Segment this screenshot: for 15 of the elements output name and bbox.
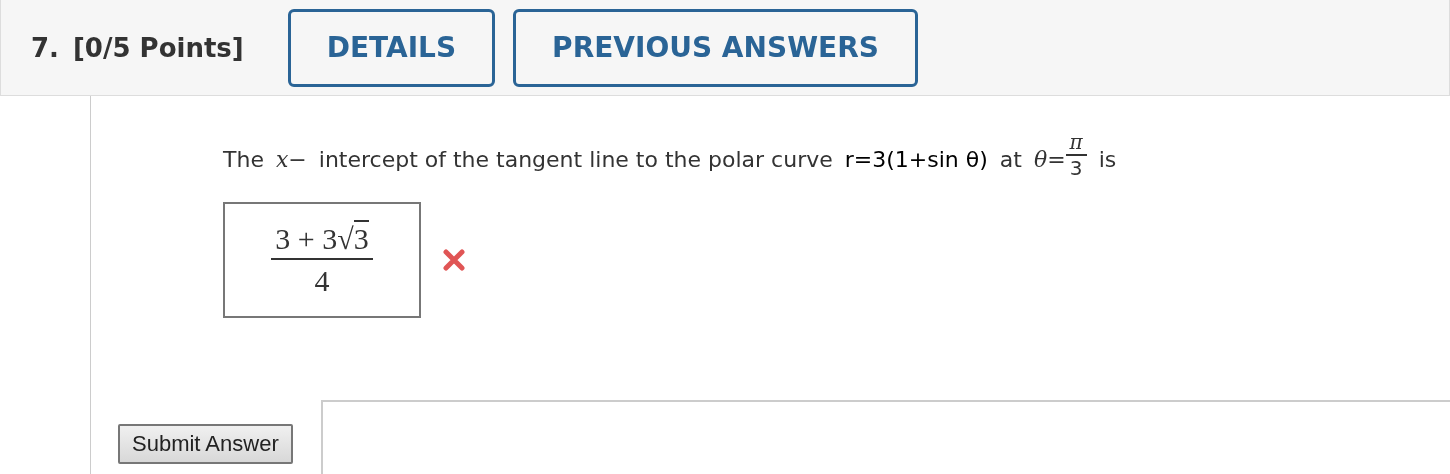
- header-button[interactable]: PREVIOUS ANSWERS: [513, 8, 918, 87]
- points-label: [0/5 Points]: [72, 32, 244, 63]
- fraction-denominator: 3: [1069, 156, 1083, 180]
- header-button[interactable]: DETAILS: [287, 8, 496, 87]
- question-text: is: [1098, 146, 1117, 172]
- polar-equation: r=3(1+sin θ): [844, 146, 988, 172]
- math-symbol: x−: [275, 146, 307, 172]
- question-text: The: [223, 146, 264, 172]
- question-number: 7.: [31, 32, 59, 63]
- question-text: at: [999, 146, 1022, 172]
- submit-button[interactable]: Submit Answer: [118, 424, 293, 464]
- question-text: intercept of the tangent line to the polar curve: [318, 146, 833, 172]
- fraction-numerator: π: [1065, 130, 1087, 156]
- answer-field[interactable]: 3 + 3√3 4: [223, 202, 421, 318]
- math-symbol: θ=: [1033, 146, 1066, 172]
